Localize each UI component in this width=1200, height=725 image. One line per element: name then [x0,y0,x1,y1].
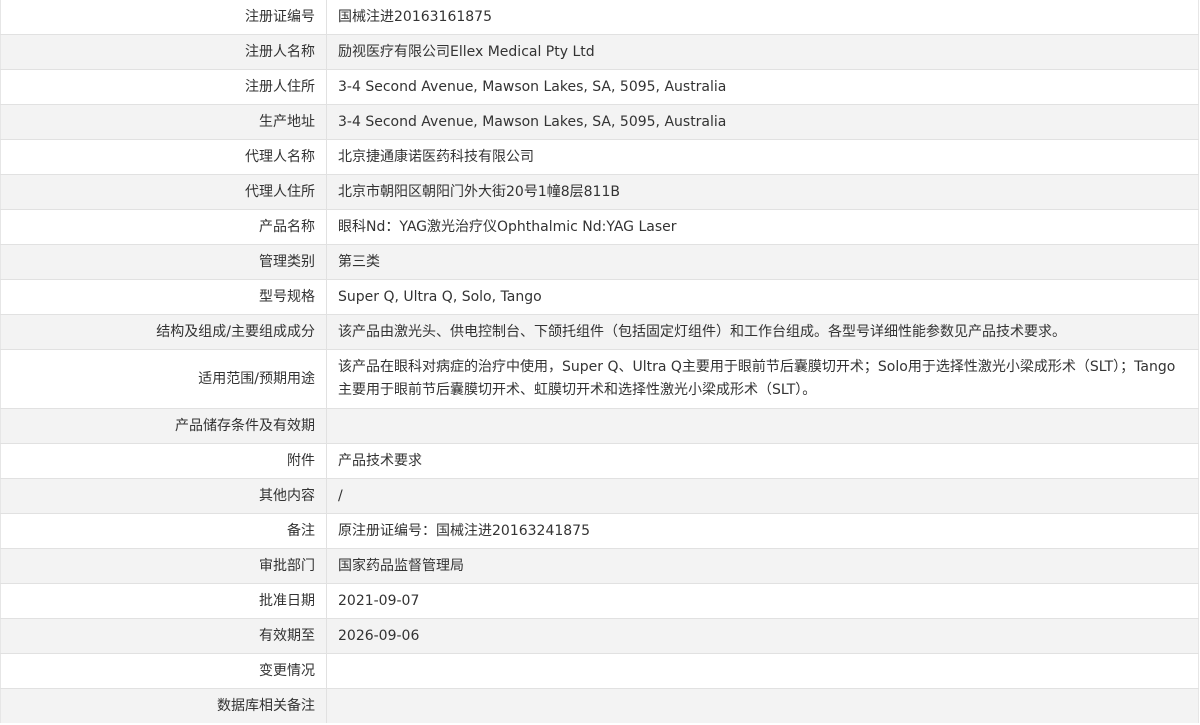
table-row: 其他内容 / [0,478,1199,514]
field-label: 审批部门 [0,548,327,584]
field-label: 数据库相关备注 [0,688,327,723]
table-row: 注册证编号 国械注进20163161875 [0,0,1199,35]
table-row: 备注 原注册证编号：国械注进20163241875 [0,513,1199,549]
field-label: 注册证编号 [0,0,327,35]
table-row: 审批部门 国家药品监督管理局 [0,548,1199,584]
field-label: 变更情况 [0,653,327,689]
table-row: 变更情况 [0,653,1199,689]
field-value: 国械注进20163161875 [326,0,1199,35]
field-label: 附件 [0,443,327,479]
field-label: 其他内容 [0,478,327,514]
table-row: 型号规格 Super Q, Ultra Q, Solo, Tango [0,279,1199,315]
field-label: 备注 [0,513,327,549]
field-label: 批准日期 [0,583,327,619]
field-value: 产品技术要求 [326,443,1199,479]
field-value: 该产品由激光头、供电控制台、下颌托组件（包括固定灯组件）和工作台组成。各型号详细… [326,314,1199,350]
field-label: 注册人名称 [0,34,327,70]
field-value: 2021-09-07 [326,583,1199,619]
table-row: 注册人住所 3-4 Second Avenue, Mawson Lakes, SA… [0,69,1199,105]
detail-table-body: 注册证编号 国械注进20163161875 注册人名称 励视医疗有限公司Ellex M… [0,0,1199,723]
field-value: 原注册证编号：国械注进20163241875 [326,513,1199,549]
field-value: 国家药品监督管理局 [326,548,1199,584]
field-value: 北京捷通康诺医药科技有限公司 [326,139,1199,175]
field-value [326,688,1199,723]
table-row: 产品名称 眼科Nd：YAG激光治疗仪Ophthalmic Nd:YAG Laser [0,209,1199,245]
table-row: 注册人名称 励视医疗有限公司Ellex Medical Pty Ltd [0,34,1199,70]
table-row: 管理类别 第三类 [0,244,1199,280]
field-value: Super Q, Ultra Q, Solo, Tango [326,279,1199,315]
table-row: 有效期至 2026-09-06 [0,618,1199,654]
field-label: 产品储存条件及有效期 [0,408,327,444]
field-label: 代理人住所 [0,174,327,210]
table-row: 数据库相关备注 [0,688,1199,723]
field-label: 型号规格 [0,279,327,315]
field-value: / [326,478,1199,514]
field-value: 励视医疗有限公司Ellex Medical Pty Ltd [326,34,1199,70]
table-row: 代理人名称 北京捷通康诺医药科技有限公司 [0,139,1199,175]
table-row: 结构及组成/主要组成成分 该产品由激光头、供电控制台、下颌托组件（包括固定灯组件）… [0,314,1199,350]
field-label: 结构及组成/主要组成成分 [0,314,327,350]
field-label: 生产地址 [0,104,327,140]
field-label: 管理类别 [0,244,327,280]
table-row: 产品储存条件及有效期 [0,408,1199,444]
table-row: 附件 产品技术要求 [0,443,1199,479]
table-row: 代理人住所 北京市朝阳区朝阳门外大街20号1幢8层811B [0,174,1199,210]
field-value: 2026-09-06 [326,618,1199,654]
field-value: 该产品在眼科对病症的治疗中使用，Super Q、Ultra Q主要用于眼前节后囊… [326,349,1199,409]
field-value: 3-4 Second Avenue, Mawson Lakes, SA, 509… [326,69,1199,105]
table-row: 适用范围/预期用途 该产品在眼科对病症的治疗中使用，Super Q、Ultra Q… [0,349,1199,409]
table-row: 生产地址 3-4 Second Avenue, Mawson Lakes, SA,… [0,104,1199,140]
field-label: 注册人住所 [0,69,327,105]
field-value: 第三类 [326,244,1199,280]
registration-detail-table: 注册证编号 国械注进20163161875 注册人名称 励视医疗有限公司Ellex M… [0,0,1199,723]
field-value [326,653,1199,689]
field-value: 北京市朝阳区朝阳门外大街20号1幢8层811B [326,174,1199,210]
field-label: 产品名称 [0,209,327,245]
field-label: 有效期至 [0,618,327,654]
table-row: 批准日期 2021-09-07 [0,583,1199,619]
field-value: 3-4 Second Avenue, Mawson Lakes, SA, 509… [326,104,1199,140]
field-label: 代理人名称 [0,139,327,175]
field-value [326,408,1199,444]
field-label: 适用范围/预期用途 [0,349,327,409]
field-value: 眼科Nd：YAG激光治疗仪Ophthalmic Nd:YAG Laser [326,209,1199,245]
